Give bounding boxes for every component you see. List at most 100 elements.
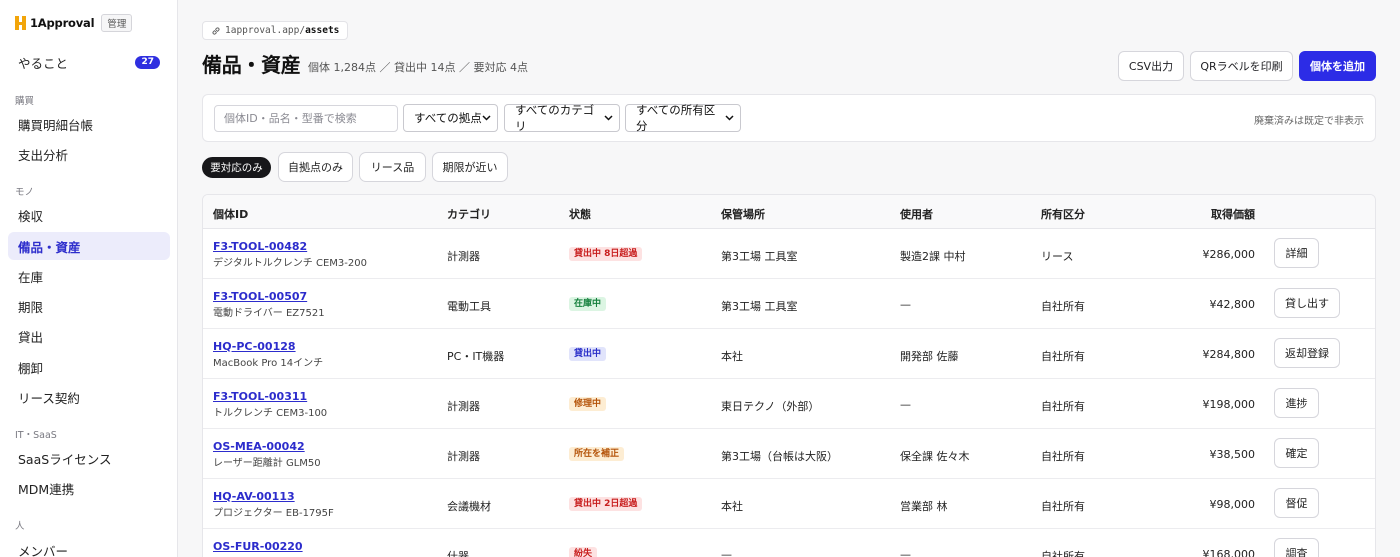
sidebar-item-inventory[interactable]: 在庫 (8, 262, 170, 290)
sidebar-item-todo[interactable]: やること 27 (8, 48, 170, 76)
user-cell: — (900, 398, 911, 411)
brand[interactable]: 1Approval 管理 (15, 14, 133, 32)
location-cell: 第3工場（台帳は大阪） (721, 450, 838, 463)
row-action-button[interactable]: 詳細 (1274, 238, 1319, 268)
column-header-category[interactable]: カテゴリ (447, 206, 491, 222)
amount-cell: ¥98,000 (1209, 498, 1256, 511)
category-select[interactable]: すべてのカテゴリ (504, 103, 620, 133)
app-name: 1Approval (30, 16, 95, 30)
table-row[interactable]: F3-TOOL-00507 電動ドライバー EZ7521 電動工具 在庫中 第3工場 工… (203, 279, 1375, 329)
sidebar-item-spend-analysis[interactable]: 支出分析 (8, 140, 170, 168)
amount-cell: ¥42,800 (1209, 298, 1256, 311)
sidebar-item-lease-contracts[interactable]: リース契約 (8, 383, 170, 411)
sidebar-section-title: IT・SaaS (15, 430, 57, 441)
amount-cell: ¥286,000 (1202, 248, 1256, 261)
sidebar-item-label: リース契約 (18, 390, 80, 406)
sidebar-item-label: MDM連携 (18, 481, 75, 497)
amount-cell: ¥38,500 (1209, 448, 1256, 461)
table-row[interactable]: F3-TOOL-00311 トルクレンチ CEM3-100 計測器 修理中 東日テクノ（… (203, 379, 1375, 429)
sidebar-item-label: 在庫 (18, 269, 44, 285)
sidebar: 1Approval 管理 やること 27 購買 購買明細台帳 支出分析 モノ 検… (0, 0, 178, 557)
sidebar-item-purchase-ledger[interactable]: 購買明細台帳 (8, 110, 170, 138)
row-action-button[interactable]: 返却登録 (1274, 338, 1340, 368)
status-badge: 在庫中 (569, 297, 607, 311)
location-select[interactable]: すべての拠点 (403, 104, 498, 132)
asset-id-link[interactable]: F3-TOOL-00482 (213, 240, 307, 253)
status-badge: 所在を補正 (569, 447, 625, 461)
sidebar-item-deadlines[interactable]: 期限 (8, 292, 170, 320)
ownership-select-value: すべての所有区分 (636, 103, 716, 133)
column-header-user[interactable]: 使用者 (900, 206, 933, 222)
location-cell: 東日テクノ（外部） (721, 400, 820, 413)
table-row[interactable]: HQ-AV-00113 プロジェクター EB-1795F 会議機材 貸出中 2日超過 本… (203, 479, 1375, 529)
chip-near-deadline[interactable]: 期限が近い (432, 152, 508, 182)
asset-id-link[interactable]: HQ-PC-00128 (213, 340, 296, 353)
asset-id-link[interactable]: F3-TOOL-00507 (213, 290, 307, 303)
row-action-button[interactable]: 進捗 (1274, 388, 1319, 418)
column-header-amount[interactable]: 取得価額 (1211, 206, 1255, 222)
chip-needs-action[interactable]: 要対応のみ (202, 157, 271, 178)
asset-name: 電動ドライバー EZ7521 (213, 308, 325, 319)
amount-cell: ¥284,800 (1202, 348, 1256, 361)
ownership-cell: リース (1041, 250, 1074, 263)
sidebar-item-label: 検収 (18, 208, 44, 224)
asset-id-link[interactable]: F3-TOOL-00311 (213, 390, 307, 403)
sidebar-section-title: モノ (15, 187, 35, 198)
row-action-button[interactable]: 確定 (1274, 438, 1319, 468)
asset-id-link[interactable]: OS-FUR-00220 (213, 540, 303, 553)
status-badge: 貸出中 8日超過 (569, 247, 643, 261)
asset-name: トルクレンチ CEM3-100 (213, 408, 328, 419)
status-badge: 貸出中 (569, 347, 607, 361)
add-asset-button[interactable]: 個体を追加 (1299, 51, 1376, 81)
status-badge: 修理中 (569, 397, 607, 411)
chevron-down-icon (604, 115, 613, 121)
link-icon (211, 26, 221, 36)
asset-name: デジタルトルクレンチ CEM3-200 (213, 258, 367, 269)
ownership-select[interactable]: すべての所有区分 (625, 103, 741, 133)
table-row[interactable]: F3-TOOL-00482 デジタルトルクレンチ CEM3-200 計測器 貸出中 8… (203, 229, 1375, 279)
url-breadcrumb[interactable]: 1approval.app/assets (202, 21, 349, 40)
column-header-id[interactable]: 個体ID (213, 206, 248, 222)
sidebar-item-saas-licenses[interactable]: SaaSライセンス (8, 444, 170, 472)
column-header-ownership[interactable]: 所有区分 (1041, 206, 1085, 222)
page-stats: 個体 1,284点 ／ 貸出中 14点 ／ 要対応 4点 (308, 61, 528, 74)
category-cell: 電動工具 (447, 300, 491, 313)
sidebar-item-lending[interactable]: 貸出 (8, 322, 170, 350)
location-cell: 本社 (721, 500, 743, 513)
table-header: 個体ID カテゴリ 状態 保管場所 使用者 所有区分 取得価額 (203, 195, 1375, 229)
filter-bar: すべての拠点 すべてのカテゴリ すべての所有区分 廃棄済みは既定で非表示 (202, 94, 1376, 142)
table-row[interactable]: OS-FUR-00220事務チェア什器紛失——自社所有¥168,000調査 (203, 529, 1375, 557)
chip-lease[interactable]: リース品 (359, 152, 426, 182)
asset-name: プロジェクター EB-1795F (213, 508, 334, 519)
column-header-status[interactable]: 状態 (569, 206, 591, 222)
table-row[interactable]: HQ-PC-00128 MacBook Pro 14インチ PC・IT機器 貸出中 本社… (203, 329, 1375, 379)
sidebar-item-assets[interactable]: 備品・資産 (8, 232, 170, 260)
asset-id-link[interactable]: HQ-AV-00113 (213, 490, 295, 503)
row-action-button[interactable]: 督促 (1274, 488, 1319, 518)
sidebar-item-mdm[interactable]: MDM連携 (8, 474, 170, 502)
user-cell: — (900, 298, 911, 311)
asset-id-link[interactable]: OS-MEA-00042 (213, 440, 305, 453)
sidebar-item-label: 備品・資産 (18, 239, 81, 255)
sidebar-item-stocktaking[interactable]: 棚卸 (8, 353, 170, 381)
sidebar-item-inspection[interactable]: 検収 (8, 201, 170, 229)
csv-export-button[interactable]: CSV出力 (1118, 51, 1184, 81)
table-row[interactable]: OS-MEA-00042 レーザー距離計 GLM50 計測器 所在を補正 第3工場（台帳… (203, 429, 1375, 479)
sidebar-section-title: 人 (15, 521, 25, 532)
sidebar-item-label: 棚卸 (18, 360, 44, 376)
amount-cell: ¥198,000 (1202, 398, 1256, 411)
row-action-button[interactable]: 貸し出す (1274, 288, 1340, 318)
ownership-cell: 自社所有 (1041, 350, 1085, 363)
chip-own-site[interactable]: 自拠点のみ (278, 152, 353, 182)
row-action-button[interactable]: 調査 (1274, 538, 1319, 557)
chevron-down-icon (725, 115, 734, 121)
category-select-value: すべてのカテゴリ (515, 103, 595, 133)
ownership-cell: 自社所有 (1041, 500, 1085, 513)
column-header-location[interactable]: 保管場所 (721, 206, 765, 222)
ownership-cell: 自社所有 (1041, 550, 1085, 557)
print-qr-button[interactable]: QRラベルを印刷 (1190, 51, 1293, 81)
search-input[interactable] (214, 105, 398, 132)
sidebar-item-members[interactable]: メンバー (8, 536, 170, 557)
user-cell: 開発部 佐藤 (900, 350, 959, 363)
sidebar-item-label: 購買明細台帳 (18, 117, 94, 133)
